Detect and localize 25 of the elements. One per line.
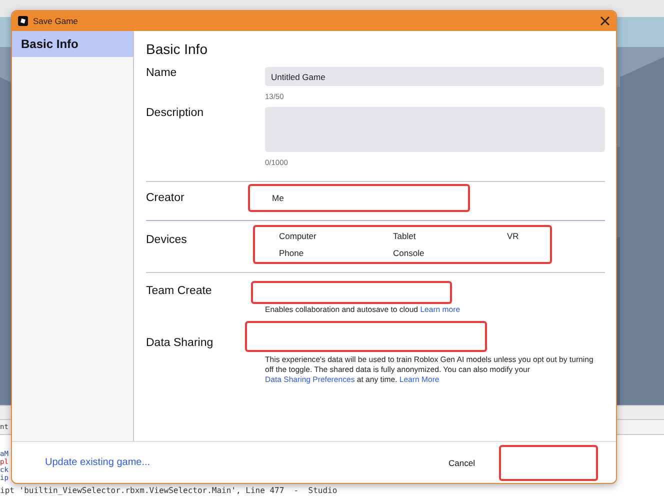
field-label: Name	[146, 67, 178, 81]
output-line: ipt 'builtin_ViewSelector.rbxm.ViewSelector.Main', Line 477 - Studio	[0, 487, 338, 495]
sidebar-item[interactable]: Basic Info	[12, 31, 133, 57]
field-label: Data Sharing	[146, 337, 214, 351]
device-option[interactable]: Computer	[279, 231, 393, 241]
device-option[interactable]: VR	[507, 231, 567, 241]
field-label: Devices	[146, 234, 188, 246]
app-logo-icon	[18, 16, 28, 26]
cancel-button[interactable]: Cancel	[444, 454, 479, 472]
device-option[interactable]: Phone	[279, 248, 393, 258]
creator-field[interactable]: Me	[248, 184, 470, 212]
name-field[interactable]: Untitled Game	[265, 67, 604, 86]
window-title: Save Game	[33, 16, 78, 26]
data-sharing-toggle[interactable]	[245, 321, 487, 352]
close-icon[interactable]	[600, 16, 610, 26]
update-game-link[interactable]: Update existing game...	[45, 457, 150, 468]
field-label: Description	[146, 107, 205, 121]
save-button-area[interactable]	[499, 444, 598, 480]
field-label: Creator	[146, 192, 186, 204]
team-create-toggle[interactable]	[251, 281, 452, 304]
description-field[interactable]	[265, 107, 605, 152]
field-label: Team Create	[146, 285, 213, 299]
device-option[interactable]: Tablet	[393, 231, 507, 241]
section-title: Basic Info	[146, 41, 208, 57]
device-option[interactable]: Console	[393, 248, 507, 258]
